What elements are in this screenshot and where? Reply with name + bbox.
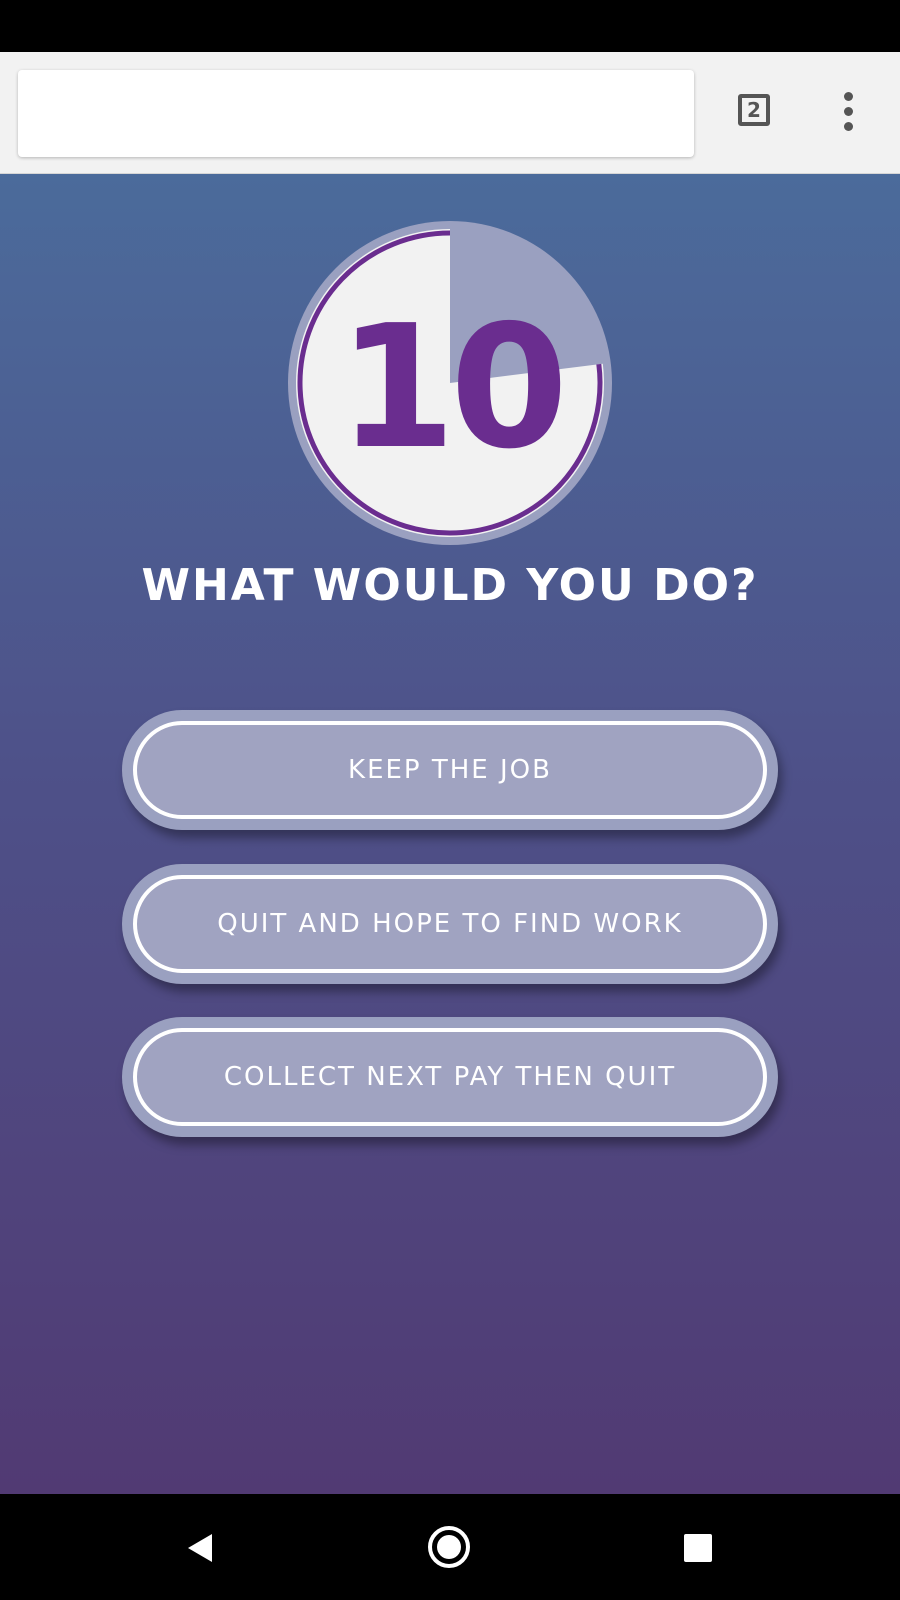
url-bar[interactable]: [18, 70, 694, 157]
timer-number: 10: [337, 289, 569, 487]
countdown-timer: 10: [285, 218, 615, 548]
browser-toolbar: 2: [0, 52, 900, 174]
system-nav-bar: [0, 1494, 900, 1600]
answer-button-1[interactable]: KEEP THE JOB: [122, 710, 778, 830]
answer-button-2[interactable]: QUIT AND HOPE TO FIND WORK: [122, 864, 778, 984]
answer-button-3[interactable]: COLLECT NEXT PAY THEN QUIT: [122, 1017, 778, 1137]
question-title: WHAT WOULD YOU DO?: [141, 560, 759, 611]
tab-switcher-button[interactable]: 2: [738, 94, 770, 126]
game-screen: 10 WHAT WOULD YOU DO? KEEP THE JOB QUIT …: [0, 174, 900, 1494]
recents-square-icon[interactable]: [684, 1534, 712, 1562]
answer-label: QUIT AND HOPE TO FIND WORK: [133, 875, 767, 973]
status-bar: [0, 0, 900, 52]
home-circle-icon[interactable]: [428, 1526, 470, 1568]
answer-label: COLLECT NEXT PAY THEN QUIT: [133, 1028, 767, 1126]
answer-label: KEEP THE JOB: [133, 721, 767, 819]
back-triangle-icon[interactable]: [186, 1532, 214, 1564]
more-vert-icon[interactable]: [836, 92, 862, 132]
